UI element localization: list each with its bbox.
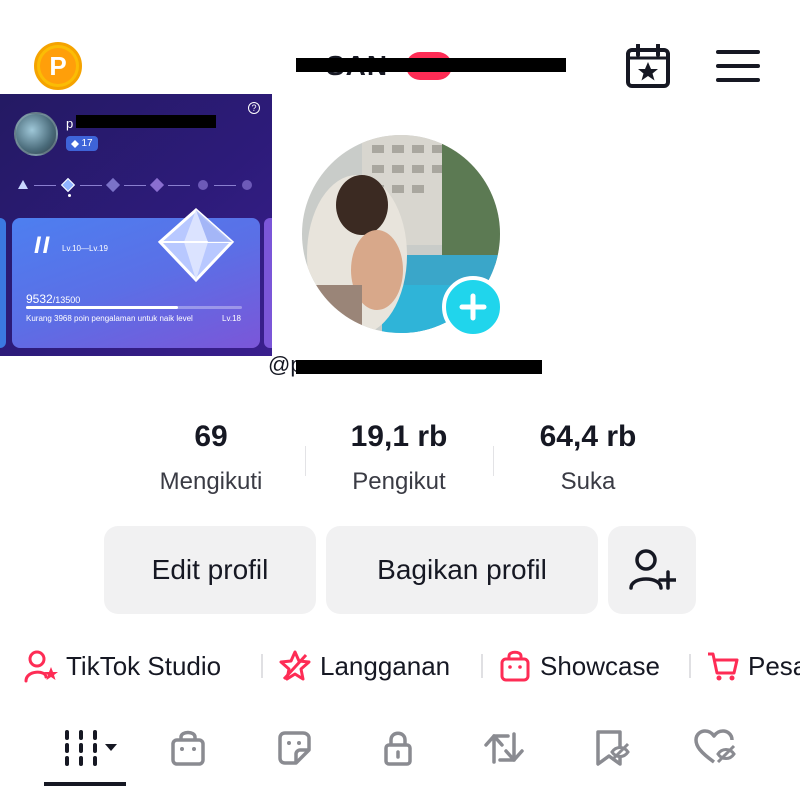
tier-range: Lv.10—Lv.19 (62, 244, 108, 253)
tier-3-icon (105, 177, 121, 193)
sticker-icon (278, 731, 311, 765)
quick-link-divider (481, 654, 483, 678)
stat-followers[interactable]: 19,1 rb Pengikut (319, 420, 479, 496)
quick-link-label: Showcase (540, 650, 660, 681)
quick-link-label: Pesa (748, 650, 800, 681)
grid-videos-icon (65, 730, 117, 766)
cart-icon (708, 652, 739, 681)
followers-label: Pengikut (352, 468, 446, 495)
liked-hidden-icon (694, 729, 736, 764)
stat-following[interactable]: 69 Mengikuti (131, 420, 291, 496)
share-profile-button[interactable]: Bagikan profil (326, 526, 598, 614)
add-user-icon (629, 549, 676, 590)
following-count: 69 (194, 420, 228, 453)
next-tier-panel[interactable] (264, 218, 272, 348)
redaction-bar (76, 115, 216, 128)
help-icon[interactable]: ? (248, 102, 260, 114)
add-avatar-button[interactable] (442, 276, 504, 338)
edit-profile-button[interactable]: Edit profil (104, 526, 316, 614)
plus-icon (459, 293, 487, 321)
next-level-label: Lv.18 (222, 314, 241, 323)
level-card-username: p (66, 116, 74, 131)
tier-roman: II (34, 232, 52, 259)
tab-videos[interactable] (56, 720, 126, 776)
repost-icon (484, 732, 524, 764)
account-title[interactable]: SAN (296, 48, 566, 82)
points-icon[interactable]: P (34, 42, 82, 90)
quick-link-pesanan[interactable]: Pesa (706, 646, 800, 686)
calendar-star-icon[interactable] (624, 43, 672, 90)
tab-shop[interactable] (158, 720, 218, 776)
active-tab-indicator (44, 782, 126, 786)
stat-likes[interactable]: 64,4 rb Suka (508, 420, 668, 496)
stat-divider (305, 446, 306, 476)
redaction-bar (296, 58, 566, 72)
level-progress-track (16, 176, 256, 197)
favorites-icon (596, 730, 630, 766)
likes-label: Suka (560, 468, 616, 495)
tier-4-icon (149, 177, 165, 193)
showcase-bag-icon (500, 650, 530, 682)
add-friend-button[interactable] (608, 526, 696, 614)
quick-link-label: Langganan (320, 650, 451, 681)
points-letter: P (40, 48, 76, 84)
stat-divider (493, 446, 494, 476)
prev-tier-panel[interactable] (0, 218, 6, 348)
crystal-icon (156, 206, 236, 286)
likes-count: 64,4 rb (539, 420, 637, 453)
level-card-avatar (14, 112, 58, 156)
quick-link-showcase[interactable]: Showcase (498, 646, 660, 686)
following-label: Mengikuti (159, 468, 263, 495)
tier-1-icon (18, 180, 28, 189)
xp-message: Kurang 3968 poin pengalaman untuk naik l… (26, 314, 193, 323)
xp-readout: 9532/13500 (26, 292, 81, 306)
quick-link-label: TikTok Studio (66, 650, 222, 681)
tab-sticker[interactable] (264, 720, 324, 776)
lock-icon (384, 731, 412, 766)
tab-private[interactable] (368, 720, 428, 776)
quick-link-langganan[interactable]: Langganan (278, 646, 450, 686)
tab-repost[interactable] (474, 720, 534, 776)
xp-progress-fill (26, 306, 179, 309)
diamond-icon (71, 139, 80, 148)
hamburger-menu-icon[interactable] (716, 50, 760, 84)
tab-liked[interactable] (686, 720, 746, 776)
quick-link-divider (261, 654, 263, 678)
shop-bag-icon (171, 730, 205, 766)
quick-link-divider (689, 654, 691, 678)
quick-link-tiktok-studio[interactable]: TikTok Studio (24, 646, 221, 686)
studio-user-icon (24, 650, 58, 683)
xp-progress-bar (26, 306, 242, 309)
subscription-icon (279, 650, 311, 681)
redaction-bar (296, 360, 542, 374)
followers-count: 19,1 rb (350, 420, 448, 453)
tier-2-icon (60, 177, 76, 193)
tab-favorites[interactable] (582, 720, 642, 776)
tier-6-icon (239, 177, 255, 193)
tier-5-icon (195, 177, 211, 193)
level-badge: 17 (66, 136, 98, 151)
